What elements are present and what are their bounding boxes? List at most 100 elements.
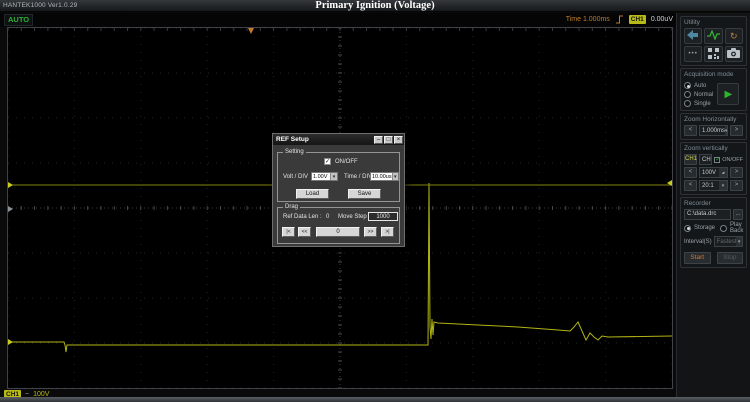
volt-div-select[interactable]: 1.00V ▾ (311, 172, 338, 181)
acquisition-status-badge: AUTO (4, 14, 33, 26)
record-stop-button[interactable]: Stop (717, 252, 744, 264)
move-next-button[interactable]: >> (364, 227, 377, 237)
chevron-down-icon: ▾ (392, 173, 398, 180)
volts-spinner[interactable]: 100V ▴▾ (699, 167, 728, 178)
ref-onoff-checkbox[interactable]: ✓ (324, 158, 331, 165)
minimize-button[interactable]: – (374, 136, 383, 144)
volts-increase-button[interactable]: > (730, 167, 743, 178)
refresh-button[interactable]: ↻ (725, 28, 743, 44)
radio-icon (684, 225, 691, 232)
trigger-level-marker[interactable] (667, 180, 672, 186)
ref-setup-dialog: REF Setup – □ × Setting ✓ ON/OFF Volt / … (272, 133, 405, 247)
interval-select[interactable]: Fastest ▾ (714, 236, 743, 247)
radio-icon (684, 91, 691, 98)
dialog-title: REF Setup (276, 136, 373, 143)
probe-increase-button[interactable]: > (730, 180, 743, 191)
chevron-down-icon: ▾ (736, 237, 742, 246)
spinner-arrows-icon: ▴▾ (719, 168, 727, 177)
volt-div-label: Volt / DIV (283, 174, 308, 180)
trigger-level-readout: 0.00uV (651, 16, 673, 23)
screenshot-button[interactable] (725, 46, 743, 62)
waveform-icon (707, 30, 720, 42)
channel-onoff-checkbox[interactable]: ✓ (714, 157, 720, 163)
drag-group: Drag Ref Data Len : 0 Move Step : 1000 |… (277, 207, 400, 244)
ref-position-marker[interactable] (8, 182, 13, 188)
ref-data-len-label: Ref Data Len : (283, 214, 322, 220)
dialog-titlebar[interactable]: REF Setup – □ × (273, 134, 404, 145)
probe-select[interactable]: 20:1 ▾ (699, 180, 728, 191)
back-button[interactable] (684, 28, 702, 44)
control-sidebar: Utility ↻ ••• (676, 13, 750, 397)
record-path-input[interactable]: C:\data.drc (684, 209, 731, 220)
qr-code-icon (708, 48, 719, 61)
zoom-horizontal-title: Zoom Horizontally (684, 116, 743, 123)
qr-code-button[interactable] (704, 46, 722, 62)
timebase-select[interactable]: 1.000ms ▾ (699, 125, 728, 136)
camera-icon (727, 48, 740, 60)
utility-panel: Utility ↻ ••• (680, 16, 747, 66)
trigger-position-marker[interactable] (248, 28, 254, 34)
maximize-button[interactable]: □ (384, 136, 393, 144)
radio-icon (684, 82, 691, 89)
chevron-down-icon: ▾ (719, 181, 727, 190)
move-last-button[interactable]: >| (381, 227, 394, 237)
more-options-icon: ••• (689, 51, 698, 57)
time-div-select[interactable]: 10.00us ▾ (370, 172, 399, 181)
acq-option-label: Normal (694, 92, 713, 98)
oscilloscope-app: HANTEK1000 Ver1.0.29 Primary Ignition (V… (0, 0, 750, 402)
recorder-mode-playback[interactable]: Play Back (720, 222, 743, 234)
timebase-increase-button[interactable]: > (730, 125, 743, 136)
browse-button[interactable]: ... (733, 209, 743, 220)
play-icon: ▶ (724, 89, 732, 100)
setting-group: Setting ✓ ON/OFF Volt / DIV 1.00V ▾ Time… (277, 152, 400, 202)
position-indicator[interactable]: 0 (316, 227, 360, 237)
setting-group-label: Setting (283, 149, 306, 156)
utility-title: Utility (684, 19, 743, 26)
channel-onoff-label: ON/OFF (722, 157, 743, 163)
move-prev-button[interactable]: << (298, 227, 311, 237)
channel-value: CH1 (700, 157, 712, 163)
acq-option-single[interactable]: Single (684, 100, 713, 107)
acq-option-normal[interactable]: Normal (684, 91, 713, 98)
recorder-mode-storage[interactable]: Storage (684, 225, 715, 232)
chevron-down-icon: ▾ (725, 126, 728, 135)
load-button[interactable]: Load (296, 189, 329, 199)
ch2-position-marker[interactable] (8, 206, 13, 212)
record-start-button[interactable]: Start (684, 252, 711, 264)
waveform-button[interactable] (704, 28, 722, 44)
ref-onoff-label: ON/OFF (335, 159, 358, 165)
interval-label: Interval(S) (684, 239, 712, 245)
channel-button[interactable]: CH1 (684, 154, 697, 165)
zoom-vertical-panel: Zoom vertically CH1 CH1 ▾ ✓ ON/OFF < 100… (680, 142, 747, 195)
back-arrow-icon (687, 30, 699, 42)
scope-status-bar: AUTO Time 1.000ms CH1 0.00uV (0, 13, 676, 27)
volt-div-value: 1.00V (312, 174, 327, 180)
chevron-down-icon: ▾ (330, 173, 337, 180)
acquisition-panel: Acquisition mode Auto Normal Single (680, 68, 747, 111)
ref-data-len-value: 0 (326, 214, 329, 220)
volts-decrease-button[interactable]: < (684, 167, 697, 178)
run-button[interactable]: ▶ (717, 83, 739, 105)
zoom-horizontal-panel: Zoom Horizontally < 1.000ms ▾ > (680, 113, 747, 140)
acquisition-title: Acquisition mode (684, 71, 743, 78)
more-options-button[interactable]: ••• (684, 46, 702, 62)
time-div-label: Time / DIV (344, 174, 372, 180)
acq-option-auto[interactable]: Auto (684, 82, 713, 89)
channel-select[interactable]: CH1 ▾ (699, 154, 712, 165)
playback-label: Play Back (730, 222, 743, 234)
recorder-title: Recorder (684, 200, 743, 207)
close-button[interactable]: × (394, 136, 403, 144)
page-title: Primary Ignition (Voltage) (0, 0, 750, 11)
drag-group-label: Drag (283, 204, 300, 211)
save-button[interactable]: Save (348, 189, 381, 199)
ch1-position-marker[interactable] (8, 339, 13, 345)
window-bottom-frame (0, 397, 750, 402)
move-step-input[interactable]: 1000 (368, 212, 398, 221)
timebase-readout: Time 1.000ms (566, 16, 610, 23)
acq-option-label: Auto (694, 83, 706, 89)
timebase-value: 1.000ms (700, 128, 725, 134)
move-first-button[interactable]: |< (282, 227, 295, 237)
timebase-decrease-button[interactable]: < (684, 125, 697, 136)
probe-decrease-button[interactable]: < (684, 180, 697, 191)
storage-label: Storage (694, 225, 715, 231)
